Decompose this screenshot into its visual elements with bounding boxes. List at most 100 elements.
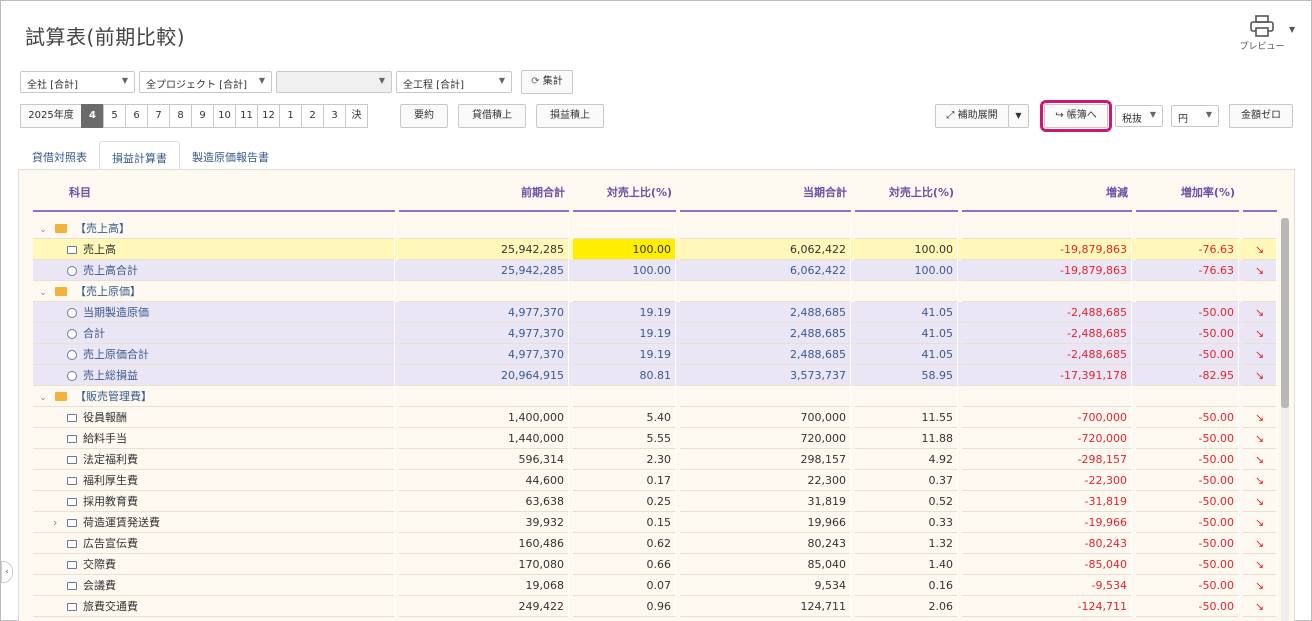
aggregate-button[interactable]: ⟳ 集計 [521,70,573,94]
table-row[interactable]: › 荷造運賃発送費 39,932 0.15 19,966 0.33 -19,966 -50.0… [33,512,1277,533]
value-cell: 2.30 [573,449,676,470]
value-cell: -82.95 [1136,365,1239,386]
period-2[interactable]: 2 [301,104,324,128]
currency-select[interactable]: 円 ▼ [1171,105,1219,127]
account-name-cell: 役員報酬 [33,407,395,428]
col-prev-ratio[interactable]: 対売上比(%) [573,170,676,212]
col-cur-ratio[interactable]: 対売上比(%) [855,170,958,212]
trend-down-icon: ↘ [1243,596,1277,617]
value-cell: 249,422 [399,596,569,617]
account-name-cell: 当期製造原価 [33,302,395,323]
period-3[interactable]: 3 [323,104,346,128]
table-row[interactable]: 旅費交通費 249,422 0.96 124,711 2.06 -124,711 -50.0… [33,596,1277,617]
table-row[interactable]: 給料手当 1,440,000 5.55 720,000 11.88 -720,000 -50… [33,428,1277,449]
table-row[interactable]: 法定福利費 596,314 2.30 298,157 4.92 -298,157 -50.0… [33,449,1277,470]
period-1[interactable]: 1 [279,104,302,128]
value-cell: -9,534 [962,575,1132,596]
table-row[interactable]: 売上原価合計 4,977,370 19.19 2,488,685 41.05 -2,488… [33,344,1277,365]
table-row[interactable]: ⌄ 【売上原価】 [33,281,1277,302]
value-cell: 19,068 [399,575,569,596]
value-cell: -50.00 [1136,407,1239,428]
bs-total-button[interactable]: 貸借積上 [458,104,526,128]
col-rate[interactable]: 増加率(%) [1136,170,1239,212]
fiscal-year-button[interactable]: 2025年度 [20,104,82,128]
trend-down-icon: ↘ [1243,428,1277,449]
scrollbar-thumb[interactable] [1281,218,1289,408]
period-5[interactable]: 5 [103,104,126,128]
table-row[interactable]: 役員報酬 1,400,000 5.40 700,000 11.55 -700,000 -50… [33,407,1277,428]
to-ledger-button[interactable]: ↪ 帳簿へ [1040,100,1112,132]
value-cell: -720,000 [962,428,1132,449]
summary-button[interactable]: 要約 [400,104,448,128]
tax-select[interactable]: 税抜 ▼ [1115,105,1163,127]
col-cur-total[interactable]: 当期合計 [680,170,851,212]
table-row[interactable]: 合計 4,977,370 19.19 2,488,685 41.05 -2,488,685… [33,323,1277,344]
expand-auxiliary-button[interactable]: ⤢ 補助展開 [935,104,1009,128]
value-cell: 170,080 [399,554,569,575]
period-11[interactable]: 11 [235,104,258,128]
folder-icon [55,287,67,296]
tab-income-statement[interactable]: 損益計算書 [99,141,180,170]
table-row[interactable]: 採用教育費 63,638 0.25 31,819 0.52 -31,819 -50.00 ↘ [33,491,1277,512]
table-row[interactable]: 売上高 25,942,285 100.00 6,062,422 100.00 -19,87… [33,239,1277,260]
table-row[interactable]: 福利厚生費 44,600 0.17 22,300 0.37 -22,300 -50.00 ↘ [33,470,1277,491]
chevron-down-icon[interactable]: ▼ [1289,25,1295,34]
period-7[interactable]: 7 [147,104,170,128]
chevron-down-icon: ▼ [1149,110,1156,119]
value-cell: -76.63 [1136,260,1239,281]
expand-dropdown-button[interactable]: ▼ [1008,104,1029,128]
vertical-scrollbar[interactable] [1281,218,1289,621]
value-cell: -19,879,863 [962,260,1132,281]
table-row[interactable]: 当期製造原価 4,977,370 19.19 2,488,685 41.05 -2,488… [33,302,1277,323]
project-select[interactable]: 全プロジェクト [合計] ▼ [139,71,272,93]
chevron-down-icon: ▼ [498,76,505,85]
tab-balance-sheet[interactable]: 貸借対照表 [20,141,99,170]
table-row[interactable]: ⌄ 【販売管理費】 [33,386,1277,407]
account-name-cell: 売上高 [33,239,395,260]
value-cell: 19.19 [573,344,676,365]
period-8[interactable]: 8 [169,104,192,128]
table-row[interactable]: 会議費 19,068 0.07 9,534 0.16 -9,534 -50.00 ↘ [33,575,1277,596]
period-closing[interactable]: 決 [345,104,368,128]
value-cell [855,386,958,407]
col-account[interactable]: 科目 [33,170,395,212]
period-10[interactable]: 10 [213,104,236,128]
period-12[interactable]: 12 [257,104,280,128]
period-6[interactable]: 6 [125,104,148,128]
sidebar-toggle[interactable]: ‹ [1,561,13,583]
company-select[interactable]: 全社 [合計] ▼ [20,71,135,93]
table-row[interactable]: 売上総損益 20,964,915 80.81 3,573,737 58.95 -17,39… [33,365,1277,386]
account-icon [67,456,77,464]
value-cell: -50.00 [1136,470,1239,491]
tab-manufacturing-cost[interactable]: 製造原価報告書 [180,141,281,170]
refresh-icon: ⟳ [531,76,540,87]
value-cell: 41.05 [855,323,958,344]
col-diff[interactable]: 増減 [962,170,1132,212]
col-prev-total[interactable]: 前期合計 [399,170,569,212]
table-row[interactable]: ⌄ 【売上高】 [33,218,1277,239]
zero-amount-button[interactable]: 金額ゼロ [1229,104,1293,128]
sub-select[interactable]: ▼ [276,71,392,93]
value-cell: -50.00 [1136,428,1239,449]
value-cell: -2,488,685 [962,302,1132,323]
period-9[interactable]: 9 [191,104,214,128]
account-name: 広告宣伝費 [83,537,138,550]
value-cell: 4,977,370 [399,323,569,344]
chevron-down-icon[interactable]: ⌄ [37,283,49,304]
process-select[interactable]: 全工程 [合計] ▼ [396,71,512,93]
table-row[interactable]: 交際費 170,080 0.66 85,040 1.40 -85,040 -50.00 ↘ [33,554,1277,575]
pl-total-button[interactable]: 損益積上 [536,104,604,128]
chevron-right-icon[interactable]: › [37,512,67,533]
value-cell [399,386,569,407]
value-cell: -50.00 [1136,575,1239,596]
value-cell: 4,977,370 [399,344,569,365]
account-name: 合計 [83,327,105,340]
table-row[interactable]: 売上高合計 25,942,285 100.00 6,062,422 100.00 -19,… [33,260,1277,281]
value-cell [855,218,958,239]
chevron-down-icon[interactable]: ⌄ [37,388,49,409]
account-name-cell: 売上総損益 [33,365,395,386]
chevron-down-icon[interactable]: ⌄ [37,220,49,241]
table-row[interactable]: 広告宣伝費 160,486 0.62 80,243 1.32 -80,243 -50.00 ↘ [33,533,1277,554]
preview-button[interactable]: プレビュー ▼ [1237,13,1295,59]
period-4[interactable]: 4 [81,104,104,128]
